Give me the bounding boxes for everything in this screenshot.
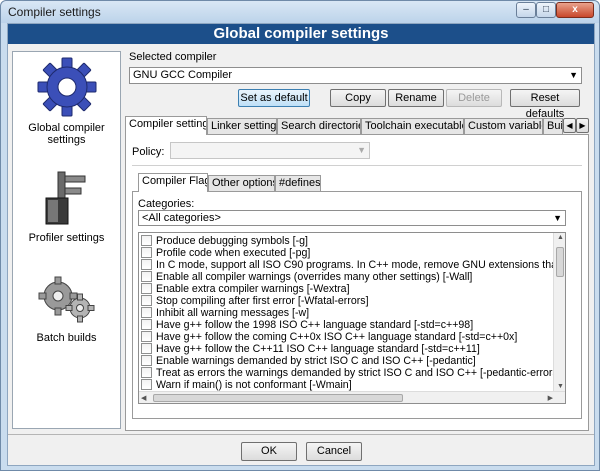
flag-checkbox[interactable]: [141, 355, 152, 366]
flag-checkbox[interactable]: [141, 271, 152, 282]
compiler-flags-list[interactable]: Produce debugging symbols [-g] Profile c…: [138, 232, 566, 404]
sidebar-item-profiler-settings[interactable]: Profiler settings: [13, 170, 120, 244]
flag-checkbox[interactable]: [141, 283, 152, 294]
chevron-down-icon: ▼: [553, 213, 562, 223]
tab-compiler-flags[interactable]: Compiler Flags: [138, 173, 208, 192]
sidebar-item-global-compiler-settings[interactable]: Global compiler settings: [13, 56, 120, 146]
flag-checkbox[interactable]: [141, 367, 152, 378]
ok-button[interactable]: OK: [241, 442, 297, 461]
list-item[interactable]: Profile code when executed [-pg]: [141, 247, 310, 259]
flag-checkbox[interactable]: [141, 343, 152, 354]
gear-icon: [13, 56, 120, 118]
chevron-down-icon: ▼: [357, 145, 366, 155]
flag-checkbox[interactable]: [141, 331, 152, 342]
divider: [8, 434, 594, 435]
list-item[interactable]: Enable warnings demanded by strict ISO C…: [141, 355, 476, 367]
page-title: Global compiler settings: [8, 24, 594, 44]
divider: [132, 165, 582, 166]
horizontal-scrollbar[interactable]: ◀ ▶: [139, 391, 565, 403]
window-title: Compiler settings: [8, 5, 101, 19]
sidebar-item-batch-builds[interactable]: Batch builds: [13, 272, 120, 344]
flag-checkbox[interactable]: [141, 379, 152, 390]
scroll-right-icon[interactable]: ▶: [548, 394, 553, 402]
list-item[interactable]: Inhibit all warning messages [-w]: [141, 307, 309, 319]
categories-select[interactable]: <All categories> ▼: [138, 210, 566, 226]
delete-button[interactable]: Delete: [446, 89, 502, 107]
tab-other-options[interactable]: Other options: [208, 175, 275, 192]
flag-checkbox[interactable]: [141, 259, 152, 270]
policy-label: Policy:: [132, 146, 165, 158]
scroll-up-icon[interactable]: ▲: [557, 234, 564, 241]
list-item[interactable]: Enable extra compiler warnings [-Wextra]: [141, 283, 350, 295]
sidebar-item-label: Global compiler settings: [28, 122, 105, 146]
chevron-left-icon: ◀: [566, 121, 573, 130]
categories-label: Categories:: [138, 198, 195, 210]
scrollbar-thumb[interactable]: [556, 247, 564, 277]
close-button[interactable]: x: [556, 2, 594, 18]
rename-button[interactable]: Rename: [388, 89, 444, 107]
caliper-icon: [13, 170, 120, 228]
compiler-select[interactable]: GNU GCC Compiler ▼: [129, 67, 582, 84]
dialog-client-area: Global compiler settings Global compiler…: [7, 23, 595, 466]
gears-icon: [13, 272, 120, 328]
cancel-button[interactable]: Cancel: [306, 442, 362, 461]
categories-select-value: <All categories>: [142, 212, 221, 224]
sidebar-item-label: Profiler settings: [28, 232, 105, 244]
compiler-settings-window: Compiler settings – □ x Global compiler …: [0, 0, 600, 471]
sidebar-item-label: Batch builds: [36, 332, 97, 344]
chevron-right-icon: ▶: [579, 121, 586, 130]
vertical-scrollbar[interactable]: ▲ ▼: [553, 233, 565, 391]
scroll-left-icon[interactable]: ◀: [141, 394, 146, 402]
list-item[interactable]: In C mode, support all ISO C90 programs.…: [141, 259, 565, 271]
list-item[interactable]: Enable all compiler warnings (overrides …: [141, 271, 472, 283]
set-as-default-button[interactable]: Set as default: [238, 89, 310, 107]
list-item[interactable]: Stop compiling after first error [-Wfata…: [141, 295, 369, 307]
compiler-settings-panel: Policy: ▼ Compiler Flags Other options #…: [125, 134, 589, 431]
flag-checkbox[interactable]: [141, 319, 152, 330]
flag-checkbox[interactable]: [141, 295, 152, 306]
chevron-down-icon: ▼: [569, 70, 578, 80]
list-item[interactable]: Produce debugging symbols [-g]: [141, 235, 308, 247]
list-item[interactable]: Treat as errors the warnings demanded by…: [141, 367, 561, 379]
flag-checkbox[interactable]: [141, 307, 152, 318]
list-item[interactable]: Have g++ follow the C++11 ISO C++ langua…: [141, 343, 480, 355]
tab-custom-variables[interactable]: Custom variables: [464, 118, 543, 135]
tab-toolchain-executables[interactable]: Toolchain executables: [361, 118, 464, 135]
scroll-down-icon[interactable]: ▼: [557, 383, 564, 390]
tab-scroll-right-button[interactable]: ▶: [576, 118, 589, 133]
tab-build-options[interactable]: Bui: [543, 118, 563, 135]
selected-compiler-label: Selected compiler: [129, 51, 217, 63]
policy-select[interactable]: ▼: [170, 142, 370, 159]
tab-scroll-left-button[interactable]: ◀: [563, 118, 576, 133]
minimize-button[interactable]: –: [516, 2, 536, 18]
list-item[interactable]: Have g++ follow the 1998 ISO C++ languag…: [141, 319, 473, 331]
tab-compiler-settings[interactable]: Compiler settings: [125, 116, 207, 135]
compiler-flags-panel: Categories: <All categories> ▼ Produce d…: [132, 191, 582, 419]
list-item[interactable]: Warn if main() is not conformant [-Wmain…: [141, 379, 352, 391]
compiler-select-value: GNU GCC Compiler: [133, 69, 233, 81]
maximize-button[interactable]: □: [536, 2, 556, 18]
copy-button[interactable]: Copy: [330, 89, 386, 107]
title-bar[interactable]: Compiler settings – □ x: [1, 1, 599, 23]
tab-defines[interactable]: #defines: [275, 175, 321, 192]
list-item[interactable]: Have g++ follow the coming C++0x ISO C++…: [141, 331, 517, 343]
tab-linker-settings[interactable]: Linker settings: [207, 118, 277, 135]
flag-checkbox[interactable]: [141, 235, 152, 246]
flag-checkbox[interactable]: [141, 247, 152, 258]
scrollbar-thumb[interactable]: [153, 394, 403, 402]
settings-sidebar: Global compiler settings Profiler settin…: [12, 51, 121, 429]
tab-search-directories[interactable]: Search directories: [277, 118, 361, 135]
reset-defaults-button[interactable]: Reset defaults: [510, 89, 580, 120]
